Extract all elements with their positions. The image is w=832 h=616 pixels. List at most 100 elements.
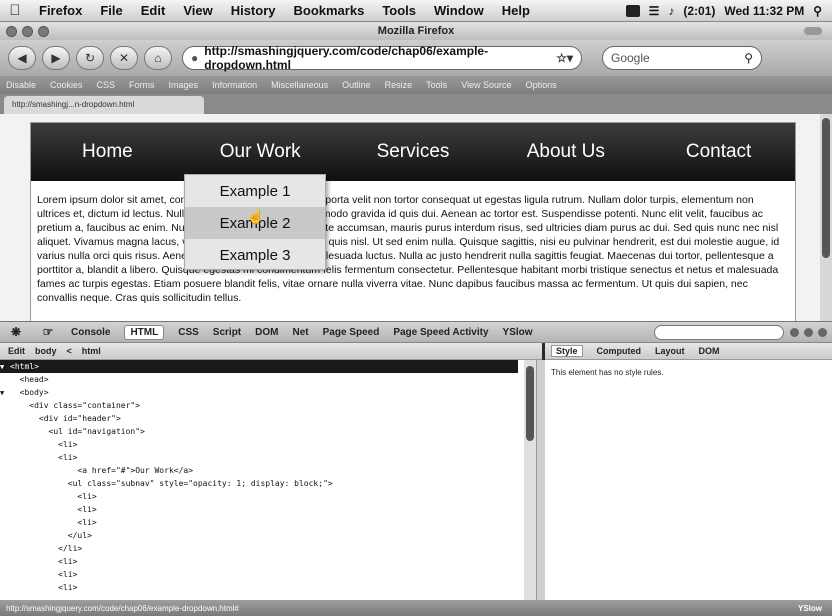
tree-node-header[interactable]: <div id="header"> <box>0 412 524 425</box>
firebug-tab-script[interactable]: Script <box>213 327 241 338</box>
minimize-window-icon[interactable] <box>22 26 33 37</box>
menu-bookmarks[interactable]: Bookmarks <box>294 3 365 18</box>
side-tab-layout[interactable]: Layout <box>655 346 685 356</box>
forward-arrow-icon: ▶ <box>51 51 61 65</box>
side-tab-style[interactable]: Style <box>551 345 583 357</box>
firebug-minimize-icon[interactable] <box>790 327 799 337</box>
inspect-icon[interactable]: ☞ <box>32 325 64 339</box>
addon-forms[interactable]: Forms <box>129 80 155 90</box>
nav-home[interactable]: Home <box>31 141 184 163</box>
tree-node-li[interactable]: <li> <box>0 555 524 568</box>
addon-options[interactable]: Options <box>526 80 557 90</box>
menu-tools[interactable]: Tools <box>382 3 416 18</box>
toolbar-toggle-icon[interactable] <box>804 27 822 35</box>
firebug-tab-page-speed-activity[interactable]: Page Speed Activity <box>393 327 488 338</box>
url-text[interactable]: http://smashingjquery.com/code/chap06/ex… <box>204 44 556 72</box>
firebug-scroll-thumb[interactable] <box>526 366 534 441</box>
browser-tab[interactable]: http://smashingj...n-dropdown.html <box>4 96 204 114</box>
tree-node-li[interactable]: <li> <box>0 438 524 451</box>
firebug-icon[interactable]: ❋ <box>0 325 32 339</box>
volume-icon[interactable]: ♪ <box>668 4 674 18</box>
nav-our-work[interactable]: Our Work <box>184 141 337 163</box>
reload-button[interactable]: ↻ <box>76 46 104 70</box>
tree-node-close-ul[interactable]: </ul> <box>0 529 524 542</box>
url-bar[interactable]: ● http://smashingjquery.com/code/chap06/… <box>182 44 582 72</box>
menu-edit[interactable]: Edit <box>141 3 166 18</box>
crumb-html[interactable]: html <box>82 346 101 356</box>
page-scrollbar[interactable] <box>820 114 832 321</box>
firebug-tab-page-speed[interactable]: Page Speed <box>323 327 380 338</box>
addon-css[interactable]: CSS <box>97 80 116 90</box>
addon-images[interactable]: Images <box>169 80 199 90</box>
firebug-tab-console[interactable]: Console <box>71 327 110 338</box>
menu-app-firefox[interactable]: Firefox <box>39 3 82 18</box>
firebug-search-input[interactable] <box>654 324 784 340</box>
menu-file[interactable]: File <box>100 3 122 18</box>
crumb-body[interactable]: body <box>35 346 57 356</box>
firebug-html-scrollbar[interactable] <box>524 360 536 600</box>
tree-node-subnav[interactable]: <ul class="subnav" style="opacity: 1; di… <box>0 477 524 490</box>
menu-window[interactable]: Window <box>434 3 484 18</box>
nav-about-us[interactable]: About Us <box>489 141 642 163</box>
tree-node-navigation[interactable]: <ul id="navigation"> <box>0 425 524 438</box>
battery-text[interactable]: (2:01) <box>683 4 715 18</box>
side-tab-dom[interactable]: DOM <box>699 346 720 356</box>
firebug-tab-net[interactable]: Net <box>292 327 308 338</box>
site-identity-icon[interactable]: ● <box>191 51 198 65</box>
home-button[interactable]: ⌂ <box>144 46 172 70</box>
addon-outline[interactable]: Outline <box>342 80 371 90</box>
page-scroll-thumb[interactable] <box>822 118 830 258</box>
close-window-icon[interactable] <box>6 26 17 37</box>
back-button[interactable]: ◀ <box>8 46 36 70</box>
nav-services[interactable]: Services <box>337 141 490 163</box>
reload-icon: ↻ <box>84 51 96 65</box>
subnav-example-1[interactable]: Example 1 <box>185 175 325 207</box>
firebug-detach-icon[interactable] <box>804 327 813 337</box>
yslow-status[interactable]: YSlow <box>798 604 832 613</box>
tree-node-body[interactable]: ▼ <body> <box>0 386 524 399</box>
forward-button[interactable]: ▶ <box>42 46 70 70</box>
side-tab-computed[interactable]: Computed <box>597 346 642 356</box>
firebug-tab-html[interactable]: HTML <box>124 324 165 340</box>
spotlight-icon[interactable]: ⚲ <box>813 4 822 18</box>
tree-node-container[interactable]: <div class="container"> <box>0 399 524 412</box>
nav-contact[interactable]: Contact <box>642 141 795 163</box>
tree-node-li[interactable]: <li> <box>0 490 524 503</box>
firebug-tab-yslow[interactable]: YSlow <box>503 327 533 338</box>
addon-tools[interactable]: Tools <box>426 80 447 90</box>
tree-node-html[interactable]: ▼ <html> <box>0 360 518 373</box>
panel-divider[interactable] <box>536 360 545 600</box>
firebug-tab-dom[interactable]: DOM <box>255 327 278 338</box>
tree-node-li[interactable]: <li> <box>0 503 524 516</box>
addon-information[interactable]: Information <box>212 80 257 90</box>
tree-node-li[interactable]: <li> <box>0 516 524 529</box>
home-icon: ⌂ <box>154 51 162 65</box>
menu-view[interactable]: View <box>183 3 212 18</box>
addon-resize[interactable]: Resize <box>385 80 413 90</box>
addon-disable[interactable]: Disable <box>6 80 36 90</box>
tree-node-li[interactable]: <li> <box>0 581 524 594</box>
bookmark-star-icon[interactable]: ☆▾ <box>556 51 573 65</box>
tree-node-anchor[interactable]: <a href="#">Our Work</a> <box>0 464 524 477</box>
menu-history[interactable]: History <box>231 3 276 18</box>
firebug-edit-button[interactable]: Edit <box>8 346 25 356</box>
addon-view-source[interactable]: View Source <box>461 80 511 90</box>
menu-help[interactable]: Help <box>502 3 530 18</box>
apple-icon[interactable]:  <box>0 2 30 19</box>
tree-node-li[interactable]: <li> <box>0 451 524 464</box>
subnav-example-3[interactable]: Example 3 <box>185 239 325 271</box>
spaces-icon[interactable] <box>625 4 640 17</box>
zoom-window-icon[interactable] <box>38 26 49 37</box>
stop-button[interactable]: ✕ <box>110 46 138 70</box>
clock[interactable]: Wed 11:32 PM <box>724 4 804 18</box>
firebug-tab-css[interactable]: CSS <box>178 327 199 338</box>
wifi-icon[interactable]: ☰ <box>649 4 660 18</box>
search-icon[interactable]: ⚲ <box>744 51 753 65</box>
tree-node-li[interactable]: <li> <box>0 568 524 581</box>
firebug-close-icon[interactable] <box>818 327 827 337</box>
tree-node-head[interactable]: <head> <box>0 373 524 386</box>
search-input[interactable]: Google ⚲ <box>602 46 762 70</box>
tree-node-close-li[interactable]: </li> <box>0 542 524 555</box>
addon-miscellaneous[interactable]: Miscellaneous <box>271 80 328 90</box>
addon-cookies[interactable]: Cookies <box>50 80 83 90</box>
